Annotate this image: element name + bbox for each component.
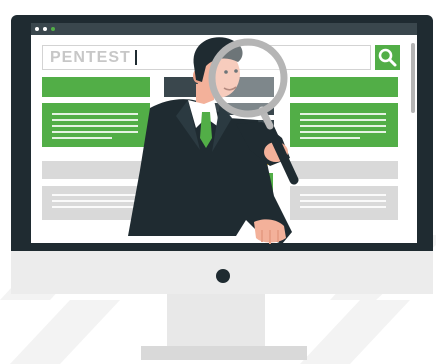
magnifying-glass-icon bbox=[208, 38, 288, 118]
person-illustration bbox=[128, 37, 299, 244]
